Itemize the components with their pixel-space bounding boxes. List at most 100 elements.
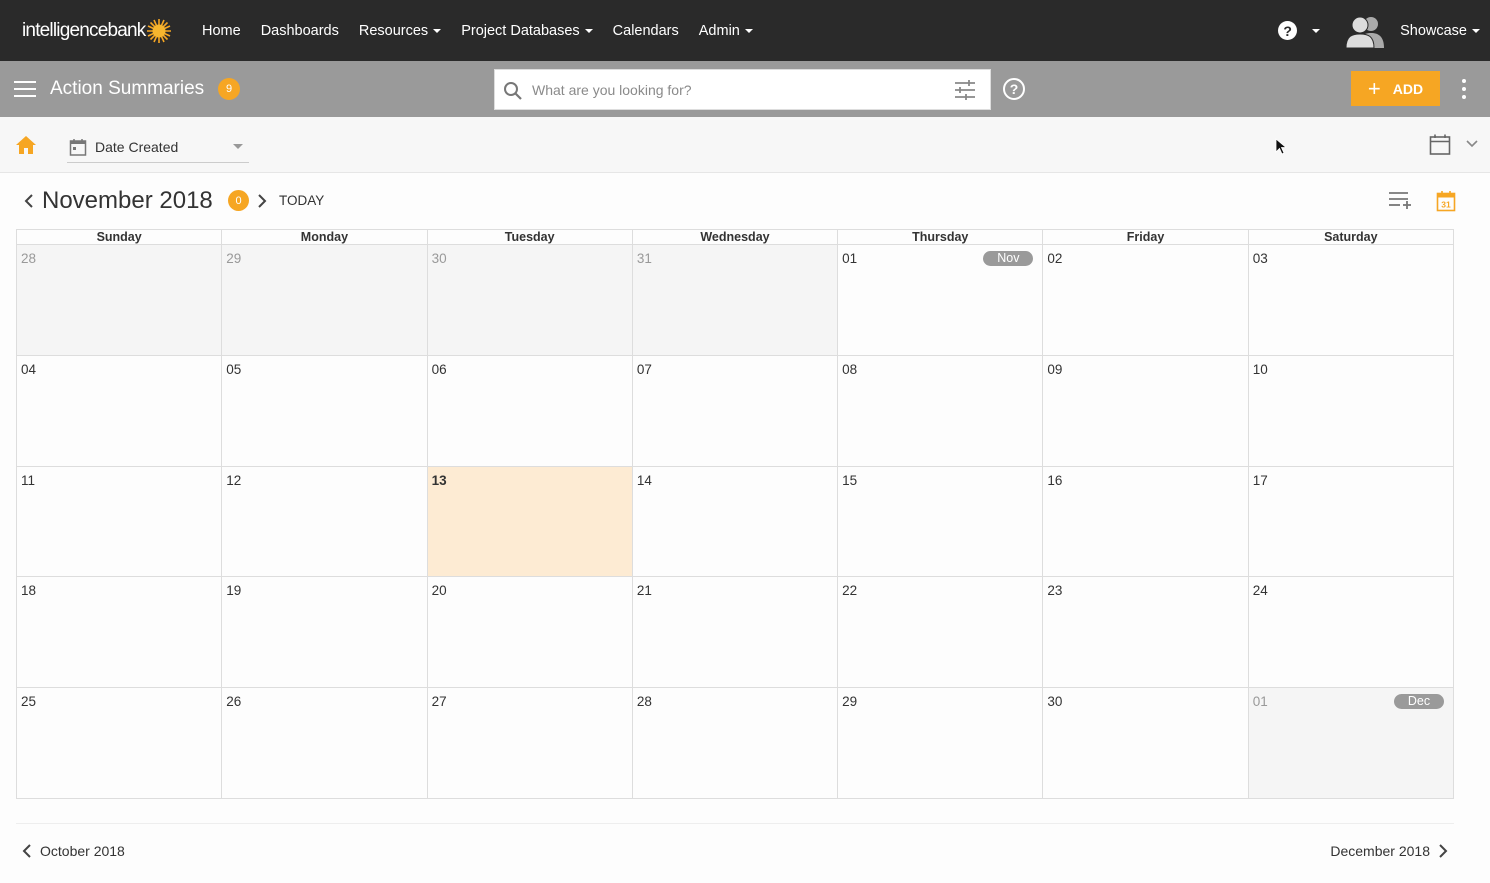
- day-cell[interactable]: 04: [17, 355, 223, 467]
- search-help-icon[interactable]: ?: [1003, 78, 1025, 100]
- nav-item-home[interactable]: Home: [192, 23, 251, 39]
- week-row: 28 29 30 31 01 Nov 02 03: [17, 245, 1454, 356]
- calendar-view-icon[interactable]: [1429, 134, 1451, 156]
- day-cell[interactable]: 08: [838, 355, 1044, 467]
- day-number: 31: [636, 251, 652, 266]
- search-icon: [504, 82, 522, 100]
- day-cell[interactable]: 06: [427, 355, 633, 467]
- day-cell[interactable]: 01 Nov: [838, 245, 1044, 356]
- nav-item-calendars[interactable]: Calendars: [603, 23, 689, 39]
- day-number: 03: [1252, 251, 1268, 266]
- chevron-right-icon: [1439, 844, 1448, 858]
- day-number: 12: [226, 472, 242, 488]
- chevron-down-icon: [1472, 28, 1480, 33]
- day-cell[interactable]: 12: [222, 466, 428, 578]
- day-number: 20: [431, 583, 447, 599]
- day-cell[interactable]: 11: [17, 466, 223, 578]
- sun-logo-icon: [147, 19, 172, 43]
- search-box: [494, 69, 991, 110]
- week-row: 25 26 27 28 29 30 01 Dec: [17, 688, 1454, 799]
- logo-text: intelligencebank: [22, 20, 146, 41]
- day-cell[interactable]: 14: [632, 466, 839, 578]
- day-number: 29: [842, 694, 858, 710]
- day-cell[interactable]: 16: [1043, 466, 1249, 578]
- day-cell[interactable]: 22: [838, 577, 1044, 689]
- day-number: 06: [431, 361, 447, 377]
- intelligencebank-logo[interactable]: intelligencebank: [22, 16, 172, 46]
- day-number: 09: [1047, 361, 1063, 377]
- day-cell[interactable]: 27: [427, 688, 633, 799]
- day-cell[interactable]: 21: [632, 577, 839, 689]
- svg-text:31: 31: [1441, 200, 1451, 210]
- chevron-right-icon[interactable]: [256, 192, 268, 210]
- calendar-31-icon[interactable]: 31: [1436, 190, 1456, 212]
- nav-item-dashboards[interactable]: Dashboards: [251, 23, 349, 39]
- sort-add-icon[interactable]: [1388, 190, 1412, 210]
- day-cell-today[interactable]: 13: [427, 466, 633, 578]
- day-cell[interactable]: 29: [222, 245, 428, 356]
- filter-sliders-icon[interactable]: [954, 80, 976, 100]
- add-button[interactable]: + ADD: [1351, 71, 1440, 106]
- day-cell[interactable]: 07: [632, 355, 839, 467]
- day-number: 13: [431, 472, 447, 488]
- day-cell[interactable]: 09: [1043, 355, 1249, 467]
- day-cell[interactable]: 29: [838, 688, 1044, 799]
- plus-icon: +: [1367, 75, 1381, 101]
- nav-item-label: Resources: [358, 22, 429, 39]
- date-field-select[interactable]: Date Created: [67, 131, 249, 163]
- main-nav: Home Dashboards Resources Project Databases…: [192, 0, 763, 61]
- day-cell[interactable]: 28: [632, 688, 839, 799]
- date-field-label: Date Created: [95, 138, 179, 155]
- day-cell[interactable]: 28: [17, 245, 223, 356]
- weekday-header: Tuesday: [427, 230, 633, 245]
- day-cell[interactable]: 01 Dec: [1248, 688, 1454, 799]
- more-options-icon[interactable]: [1461, 79, 1467, 99]
- next-month-link[interactable]: December 2018: [1330, 843, 1448, 859]
- module-header: Action Summaries 9 ? + ADD: [0, 61, 1490, 117]
- day-cell[interactable]: 18: [17, 577, 223, 689]
- day-cell[interactable]: 25: [17, 688, 223, 799]
- week-row: 18 19 20 21 22 23 24: [17, 577, 1454, 689]
- chevron-left-icon: [22, 844, 31, 858]
- day-cell[interactable]: 03: [1248, 245, 1454, 356]
- help-menu[interactable]: ?: [1278, 21, 1321, 40]
- day-cell[interactable]: 05: [222, 355, 428, 467]
- chevron-left-icon[interactable]: [23, 192, 35, 210]
- day-cell[interactable]: 20: [427, 577, 633, 689]
- nav-item-label: Calendars: [612, 22, 679, 39]
- chevron-down-icon[interactable]: [1465, 139, 1479, 149]
- weekday-header: Monday: [222, 230, 428, 245]
- day-number: 07: [636, 361, 652, 377]
- day-cell[interactable]: 24: [1248, 577, 1454, 689]
- menu-icon[interactable]: [14, 81, 36, 97]
- user-avatar-icon[interactable]: [1346, 14, 1385, 48]
- nav-item-project-databases[interactable]: Project Databases: [451, 23, 602, 39]
- day-cell[interactable]: 10: [1248, 355, 1454, 467]
- day-cell[interactable]: 02: [1043, 245, 1249, 356]
- top-navbar: intelligencebank Home Dashboards Resources…: [0, 0, 1490, 61]
- nav-item-admin[interactable]: Admin: [689, 23, 763, 39]
- previous-month-link[interactable]: October 2018: [22, 843, 125, 859]
- today-button[interactable]: TODAY: [279, 193, 324, 208]
- day-number: 01: [1252, 694, 1268, 710]
- day-cell[interactable]: 30: [1043, 688, 1249, 799]
- day-cell[interactable]: 15: [838, 466, 1044, 578]
- home-icon[interactable]: [15, 134, 37, 156]
- day-cell[interactable]: 31: [632, 245, 839, 356]
- day-number: 10: [1252, 361, 1268, 377]
- month-count-badge: 0: [228, 190, 249, 211]
- calendar-header: November 2018 0 TODAY 31: [0, 173, 1490, 229]
- day-number: 16: [1047, 472, 1063, 488]
- calendar-grid: Sunday Monday Tuesday Wednesday Thursday Frid…: [16, 229, 1454, 799]
- day-cell[interactable]: 23: [1043, 577, 1249, 689]
- day-cell[interactable]: 30: [427, 245, 633, 356]
- nav-item-resources[interactable]: Resources: [349, 23, 451, 39]
- day-cell[interactable]: 17: [1248, 466, 1454, 578]
- day-cell[interactable]: 19: [222, 577, 428, 689]
- user-menu[interactable]: Showcase: [1400, 23, 1480, 39]
- search-input[interactable]: [532, 70, 942, 109]
- day-number: 18: [21, 583, 37, 599]
- day-cell[interactable]: 26: [222, 688, 428, 799]
- day-number: 14: [636, 472, 652, 488]
- day-number: 23: [1047, 583, 1063, 599]
